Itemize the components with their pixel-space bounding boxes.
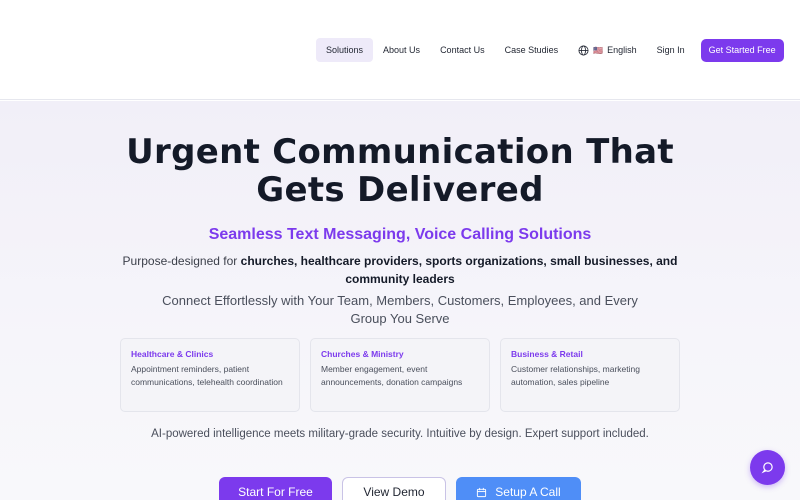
card-description: Member engagement, event announcements, … [321,364,463,387]
hero-title-line-1: Urgent Communication That [126,132,674,172]
hero-title-line-2: Gets Delivered [256,170,544,210]
card-churches: Churches & Ministry Member engagement, e… [310,338,490,412]
chat-bubble-icon [761,462,773,474]
nav-about-us[interactable]: About Us [373,38,430,62]
card-title: Healthcare & Clinics [131,349,214,359]
sign-in-link[interactable]: Sign In [647,38,695,62]
hero-title: Urgent Communication That Gets Delivered [0,133,800,209]
language-label: English [607,45,637,55]
nav-case-studies[interactable]: Case Studies [495,38,569,62]
solution-cards: Healthcare & Clinics Appointment reminde… [120,338,680,412]
hero-subtitle: Seamless Text Messaging, Voice Calling S… [208,226,592,243]
card-description: Customer relationships, marketing automa… [511,364,640,387]
purpose-text: Purpose-designed for churches, healthcar… [120,252,680,288]
hero-section: Urgent Communication That Gets Delivered… [0,101,800,500]
nav-contact-us[interactable]: Contact Us [430,38,495,62]
nav-solutions[interactable]: Solutions [316,38,374,62]
card-business: Business & Retail Customer relationships… [500,338,680,412]
card-healthcare: Healthcare & Clinics Appointment reminde… [120,338,300,412]
calendar-icon [477,487,487,497]
view-demo-button[interactable]: View Demo [342,477,446,500]
card-title: Churches & Ministry [321,349,404,359]
start-for-free-button[interactable]: Start For Free [219,477,332,500]
language-selector[interactable]: 🇺🇸 English [568,38,647,62]
chat-button[interactable] [750,450,785,485]
purpose-prefix: Purpose-designed for [122,254,238,268]
setup-call-button[interactable]: Setup A Call [456,477,581,500]
card-title: Business & Retail [511,349,583,359]
setup-call-label: Setup A Call [495,485,561,499]
globe-icon [578,45,589,55]
connect-text: Connect Effortlessly with Your Team, Mem… [162,293,638,326]
main-nav: Solutions About Us Contact Us Case Studi… [316,38,784,62]
us-flag-icon: 🇺🇸 [593,45,604,55]
ai-security-text: AI-powered intelligence meets military-g… [151,428,649,440]
get-started-button[interactable]: Get Started Free [700,38,784,62]
card-description: Appointment reminders, patient communica… [131,364,283,387]
site-header: Solutions About Us Contact Us Case Studi… [0,0,800,100]
purpose-audiences: churches, healthcare providers, sports o… [240,254,678,286]
